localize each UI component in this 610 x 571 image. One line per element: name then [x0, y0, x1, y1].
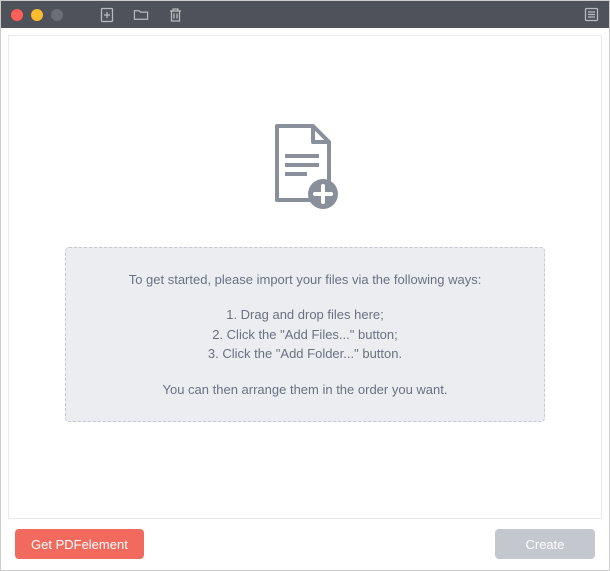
add-document-icon: [269, 122, 341, 217]
instruction-step-2: 2. Click the "Add Files..." button;: [86, 325, 524, 345]
maximize-window-button[interactable]: [51, 9, 63, 21]
create-button: Create: [495, 529, 595, 559]
window-controls: [11, 9, 63, 21]
close-window-button[interactable]: [11, 9, 23, 21]
toolbar: [99, 7, 183, 23]
footer: Get PDFelement Create: [1, 526, 609, 570]
titlebar: [1, 1, 609, 28]
add-file-icon[interactable]: [99, 7, 115, 23]
instruction-box: To get started, please import your files…: [65, 247, 545, 423]
list-view-icon[interactable]: [583, 7, 599, 23]
minimize-window-button[interactable]: [31, 9, 43, 21]
titlebar-right: [583, 7, 599, 23]
add-folder-icon[interactable]: [133, 7, 149, 23]
delete-icon[interactable]: [167, 7, 183, 23]
instruction-list: 1. Drag and drop files here; 2. Click th…: [86, 305, 524, 364]
instruction-intro: To get started, please import your files…: [86, 270, 524, 290]
main-content[interactable]: To get started, please import your files…: [8, 35, 602, 519]
instruction-step-1: 1. Drag and drop files here;: [86, 305, 524, 325]
instruction-outro: You can then arrange them in the order y…: [86, 380, 524, 400]
app-window: To get started, please import your files…: [0, 0, 610, 571]
instruction-step-3: 3. Click the "Add Folder..." button.: [86, 344, 524, 364]
get-pdfelement-button[interactable]: Get PDFelement: [15, 529, 144, 559]
